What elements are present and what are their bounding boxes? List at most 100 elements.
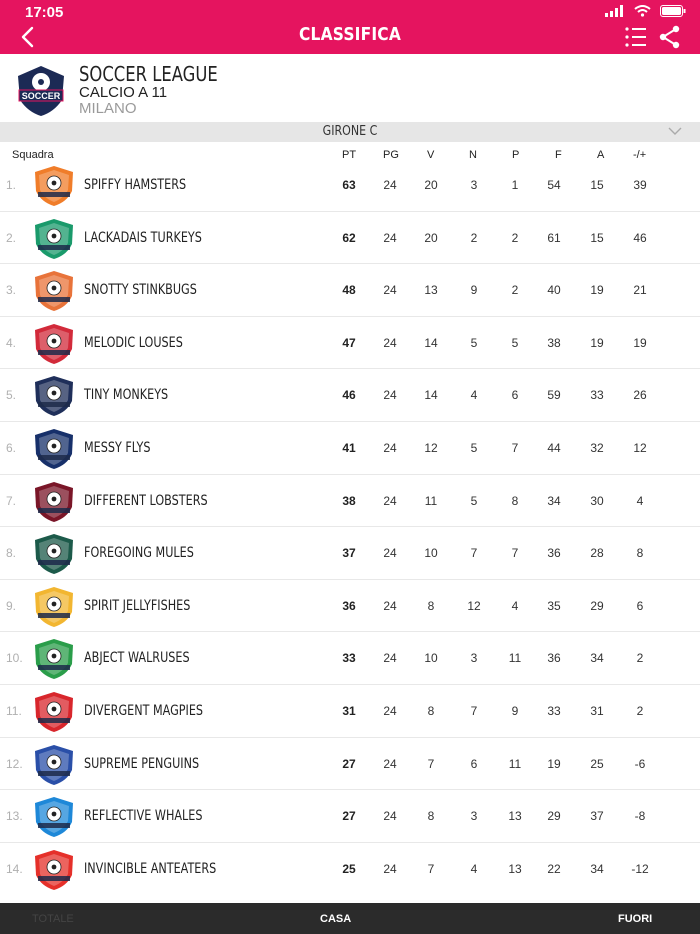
- wins-value: 14: [424, 335, 438, 350]
- signal-icon: [605, 5, 623, 17]
- goal-difference-value: 12: [633, 440, 647, 455]
- back-chevron-icon[interactable]: [18, 25, 40, 49]
- team-crest-icon: [35, 534, 73, 575]
- goals-against-value: 34: [590, 861, 604, 876]
- goals-against-value: 25: [590, 756, 604, 771]
- team-rank: 12.: [6, 756, 23, 771]
- points-value: 37: [342, 546, 356, 561]
- team-crest-icon: [35, 797, 73, 838]
- goal-difference-value: -6: [634, 756, 646, 771]
- goals-for-value: 40: [547, 283, 561, 298]
- goals-against-value: 19: [590, 335, 604, 350]
- team-name[interactable]: SPIFFY HAMSTERS: [84, 177, 186, 193]
- table-row[interactable]: 12. SUPREME PENGUINS 27 24 7 6 11 19 25 -6: [0, 738, 700, 791]
- wins-value: 8: [427, 809, 435, 824]
- status-icons: [605, 5, 686, 17]
- draws-value: 7: [470, 703, 478, 718]
- losses-value: 5: [511, 335, 519, 350]
- points-value: 31: [342, 703, 356, 718]
- goals-against-value: 28: [590, 546, 604, 561]
- played-value: 24: [383, 440, 397, 455]
- team-rank: 10.: [6, 651, 23, 666]
- table-row[interactable]: 7. DIFFERENT LOBSTERS 38 24 11 5 8 34 30 4: [0, 475, 700, 528]
- goals-against-value: 34: [590, 651, 604, 666]
- table-row[interactable]: 13. REFLECTIVE WHALES 27 24 8 3 13 29 37 -8: [0, 790, 700, 843]
- goals-for-value: 54: [547, 178, 561, 192]
- goal-difference-value: 6: [636, 598, 644, 613]
- chevron-down-icon[interactable]: [668, 126, 682, 136]
- team-name[interactable]: MESSY FLYS: [84, 440, 151, 456]
- group-label: GIRONE C: [322, 124, 378, 139]
- table-row[interactable]: 10. ABJECT WALRUSES 33 24 10 3 11 36 34 2: [0, 632, 700, 685]
- points-value: 48: [342, 283, 356, 298]
- played-value: 24: [383, 493, 397, 508]
- goals-for-value: 61: [547, 230, 561, 245]
- wins-value: 10: [424, 651, 438, 666]
- draws-value: 3: [470, 178, 478, 192]
- goal-difference-value: 2: [636, 703, 644, 718]
- wins-value: 8: [427, 703, 435, 718]
- team-name[interactable]: TINY MONKEYS: [84, 387, 168, 403]
- team-rank: 8.: [6, 546, 17, 561]
- team-name[interactable]: INVINCIBLE ANTEATERS: [84, 861, 216, 877]
- team-rank: 3.: [6, 283, 17, 298]
- table-row[interactable]: 8. FOREGOING MULES 37 24 10 7 7 36 28 8: [0, 527, 700, 580]
- tab-away[interactable]: FUORI: [618, 913, 652, 925]
- team-name[interactable]: SNOTTY STINKBUGS: [84, 282, 197, 298]
- points-value: 46: [342, 388, 356, 403]
- wins-value: 10: [424, 546, 438, 561]
- list-menu-icon[interactable]: [624, 26, 648, 48]
- played-value: 24: [383, 546, 397, 561]
- played-value: 24: [383, 335, 397, 350]
- league-city: MILANO: [79, 100, 137, 117]
- wins-value: 14: [424, 388, 438, 403]
- goals-against-value: 37: [590, 809, 604, 824]
- team-name[interactable]: REFLECTIVE WHALES: [84, 808, 202, 824]
- played-value: 24: [383, 809, 397, 824]
- table-row[interactable]: 4. MELODIC LOUSES 47 24 14 5 5 38 19 19: [0, 317, 700, 370]
- team-name[interactable]: ABJECT WALRUSES: [84, 650, 190, 666]
- group-selector[interactable]: GIRONE C: [0, 122, 700, 142]
- tab-home[interactable]: CASA: [320, 913, 351, 925]
- goals-for-value: 36: [547, 546, 561, 561]
- points-value: 63: [342, 178, 356, 192]
- table-row[interactable]: 1. SPIFFY HAMSTERS 63 24 20 3 1 54 15 39: [0, 159, 700, 212]
- draws-value: 6: [470, 756, 478, 771]
- wins-value: 11: [424, 493, 438, 508]
- played-value: 24: [383, 230, 397, 245]
- losses-value: 1: [511, 178, 519, 192]
- goal-difference-value: 4: [636, 493, 644, 508]
- goal-difference-value: 21: [633, 283, 647, 298]
- points-value: 27: [342, 756, 356, 771]
- table-row[interactable]: 9. SPIRIT JELLYFISHES 36 24 8 12 4 35 29 6: [0, 580, 700, 633]
- draws-value: 7: [470, 546, 478, 561]
- team-name[interactable]: MELODIC LOUSES: [84, 335, 183, 351]
- team-name[interactable]: FOREGOING MULES: [84, 545, 194, 561]
- team-rank: 13.: [6, 809, 23, 824]
- team-crest-icon: [35, 849, 73, 890]
- table-row[interactable]: 6. MESSY FLYS 41 24 12 5 7 44 32 12: [0, 422, 700, 475]
- share-icon[interactable]: [658, 25, 682, 49]
- team-name[interactable]: SPIRIT JELLYFISHES: [84, 598, 190, 614]
- team-name[interactable]: DIVERGENT MAGPIES: [84, 703, 203, 719]
- team-name[interactable]: LACKADAIS TURKEYS: [84, 230, 202, 246]
- team-name[interactable]: DIFFERENT LOBSTERS: [84, 493, 208, 509]
- draws-value: 5: [470, 440, 478, 455]
- table-row[interactable]: 2. LACKADAIS TURKEYS 62 24 20 2 2 61 15 46: [0, 212, 700, 265]
- losses-value: 11: [508, 651, 522, 666]
- losses-value: 7: [511, 440, 519, 455]
- team-name[interactable]: SUPREME PENGUINS: [84, 756, 199, 772]
- tab-total[interactable]: TOTALE: [32, 913, 74, 925]
- table-row[interactable]: 5. TINY MONKEYS 46 24 14 4 6 59 33 26: [0, 369, 700, 422]
- goals-for-value: 38: [547, 335, 561, 350]
- team-crest-icon: [35, 481, 73, 522]
- table-row[interactable]: 3. SNOTTY STINKBUGS 48 24 13 9 2 40 19 21: [0, 264, 700, 317]
- points-value: 25: [342, 861, 356, 876]
- team-crest-icon: [35, 376, 73, 417]
- played-value: 24: [383, 651, 397, 666]
- table-row[interactable]: 14. INVINCIBLE ANTEATERS 25 24 7 4 13 22 34 -12: [0, 843, 700, 896]
- table-row[interactable]: 11. DIVERGENT MAGPIES 31 24 8 7 9 33 31 2: [0, 685, 700, 738]
- team-rank: 1.: [6, 178, 17, 192]
- goals-against-value: 31: [590, 703, 604, 718]
- goal-difference-value: 26: [633, 388, 647, 403]
